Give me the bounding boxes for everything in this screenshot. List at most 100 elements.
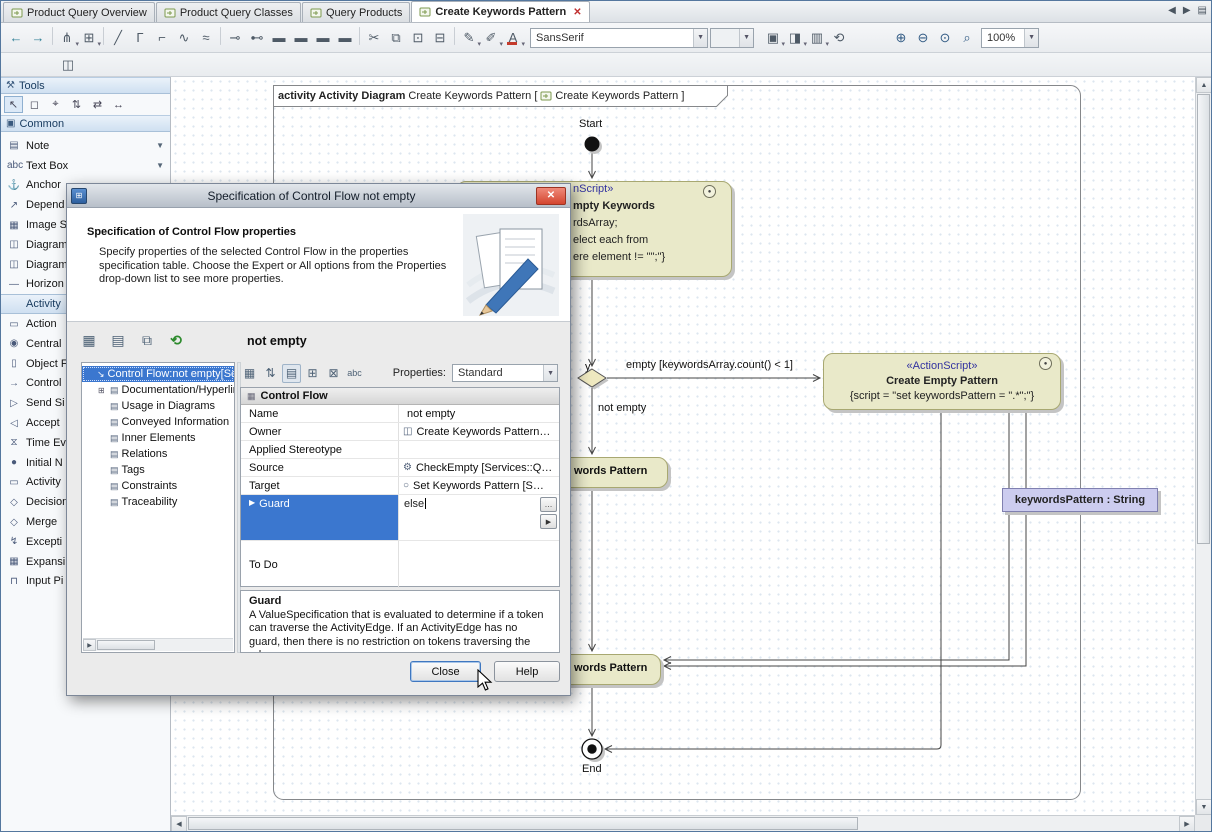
tree-item[interactable]: ⊞ ▤ Constraints bbox=[82, 478, 234, 494]
guard-property-row[interactable]: ▶ Guard else … ▶ bbox=[241, 495, 559, 541]
property-row[interactable]: Source ⚙ CheckEmpty [Services::Q… bbox=[241, 459, 559, 477]
paste-icon[interactable]: ⊡ ▾ bbox=[407, 27, 429, 49]
diagram-tab[interactable]: Query Products ✕ bbox=[302, 2, 410, 22]
chevron-down-icon[interactable]: ▼ bbox=[156, 141, 164, 150]
toolbar-icon[interactable]: ▾ bbox=[103, 27, 104, 45]
copy-icon[interactable]: ⧉ ▾ bbox=[385, 27, 407, 49]
align-horizontal-tool-icon[interactable]: ⇄ bbox=[88, 96, 107, 113]
property-row[interactable]: Target ○ Set Keywords Pattern [S… bbox=[241, 477, 559, 495]
tree-item[interactable]: ⊞ ▤ Documentation/Hyperlin bbox=[82, 382, 234, 398]
guard-expand-button[interactable]: ▶ bbox=[540, 514, 557, 529]
toolbar-icon[interactable]: ▾ bbox=[454, 27, 455, 45]
zoom-out-icon[interactable]: ⊖ ▾ bbox=[912, 27, 934, 49]
scroll-down-icon[interactable]: ▼ bbox=[1196, 799, 1212, 815]
section-header[interactable]: ▦ Control Flow bbox=[241, 388, 559, 405]
customize-icon[interactable]: ⊠ bbox=[324, 364, 343, 383]
keywords-pattern-object-node[interactable]: keywordsPattern : String bbox=[1002, 488, 1158, 512]
expander-icon[interactable]: ⊞ bbox=[98, 386, 107, 395]
align-bar-4-icon[interactable]: ▬ ▾ bbox=[334, 27, 356, 49]
diagram-tab[interactable]: Product Query Overview ✕ bbox=[3, 2, 155, 22]
chevron-down-icon[interactable]: ▼ bbox=[739, 29, 753, 47]
align-bar-3-icon[interactable]: ▬ ▾ bbox=[312, 27, 334, 49]
properties-grid-icon[interactable]: ▦ bbox=[79, 330, 99, 350]
diagram-tab[interactable]: Product Query Classes ✕ bbox=[156, 2, 301, 22]
tree-item[interactable]: ⊞ ↘ Control Flow:not empty[Se bbox=[82, 366, 234, 382]
oblique-path-icon[interactable]: ╱ ▾ bbox=[107, 27, 129, 49]
tree-item[interactable]: ⊞ ▤ Usage in Diagrams bbox=[82, 398, 234, 414]
layout-icon[interactable]: ⋔ ▾ bbox=[56, 27, 78, 49]
edit-cell-icon[interactable]: abc bbox=[345, 364, 364, 383]
scroll-right-icon[interactable]: ▶ bbox=[1179, 816, 1195, 832]
align-bar-1-icon[interactable]: ▬ ▾ bbox=[268, 27, 290, 49]
spline-path-icon[interactable]: ≈ ▾ bbox=[195, 27, 217, 49]
help-button[interactable]: Help bbox=[494, 661, 560, 682]
behavior-badge-icon[interactable]: ● bbox=[1039, 357, 1052, 370]
toolbar-icon[interactable]: ▾ bbox=[359, 27, 360, 45]
horizontal-scrollbar[interactable]: ◀ ▶ bbox=[171, 815, 1195, 831]
rounded-path-icon[interactable]: ⌐ ▾ bbox=[151, 27, 173, 49]
font-family-combo[interactable]: SansSerif ▼ bbox=[530, 28, 708, 48]
refresh-icon[interactable]: ⟲ ▾ bbox=[828, 27, 850, 49]
pencil-icon[interactable]: ✎ ▾ bbox=[458, 27, 480, 49]
presentation-options-icon[interactable]: ▥ ▾ bbox=[806, 27, 828, 49]
palette-item[interactable]: ▤ Note ▼ bbox=[1, 136, 170, 156]
tree-item[interactable]: ⊞ ▤ Relations bbox=[82, 446, 234, 462]
vertical-scrollbar-thumb[interactable] bbox=[1197, 94, 1210, 544]
tab-list-icon[interactable]: ▤ bbox=[1198, 5, 1207, 16]
chevron-down-icon[interactable]: ▼ bbox=[543, 365, 557, 381]
tree-item[interactable]: ⊞ ▤ Inner Elements bbox=[82, 430, 234, 446]
tools-section-header[interactable]: ⚒ Tools bbox=[1, 77, 170, 94]
property-row[interactable]: Owner ◫ Create Keywords Pattern… bbox=[241, 423, 559, 441]
refresh-icon[interactable]: ⟲ bbox=[166, 330, 186, 350]
curved-path-icon[interactable]: ∿ ▾ bbox=[173, 27, 195, 49]
property-row[interactable]: Applied Stereotype bbox=[241, 441, 559, 459]
property-row[interactable]: Name not empty bbox=[241, 405, 559, 423]
guard-value-editor[interactable]: else … ▶ bbox=[399, 495, 559, 540]
rectilinear-path-icon[interactable]: Γ ▾ bbox=[129, 27, 151, 49]
grid-layout-icon[interactable]: ⊞ ▾ bbox=[78, 27, 100, 49]
reattach-path-icon[interactable]: ⊷ ▾ bbox=[246, 27, 268, 49]
insert-shape-icon[interactable]: ▣ ▾ bbox=[762, 27, 784, 49]
tree-item[interactable]: ⊞ ▤ Traceability bbox=[82, 494, 234, 510]
tree-item[interactable]: ⊞ ▤ Tags bbox=[82, 462, 234, 478]
group-view-icon[interactable]: ▤ bbox=[282, 364, 301, 383]
align-bar-2-icon[interactable]: ▬ ▾ bbox=[290, 27, 312, 49]
toolbar-icon[interactable]: ▾ bbox=[220, 27, 221, 45]
tree-horizontal-scrollbar[interactable]: ◀ ▶ bbox=[83, 638, 233, 651]
diagram-tab[interactable]: Create Keywords Pattern ✕ bbox=[411, 1, 589, 22]
marquee-tool-icon[interactable]: ◻ bbox=[25, 96, 44, 113]
forward-icon[interactable]: → ▾ bbox=[27, 27, 49, 49]
target-tool-icon[interactable]: ⌖ bbox=[46, 96, 65, 113]
zoom-level-combo[interactable]: 100% ▼ bbox=[981, 28, 1039, 48]
attach-path-icon[interactable]: ⊸ ▾ bbox=[224, 27, 246, 49]
tree-item[interactable]: ⊞ ▤ Conveyed Information bbox=[82, 414, 234, 430]
chevron-down-icon[interactable]: ▼ bbox=[156, 161, 164, 170]
tree-scrollbar-thumb[interactable] bbox=[97, 640, 155, 650]
chevron-down-icon[interactable]: ▼ bbox=[693, 29, 707, 47]
scroll-right-icon[interactable]: ▶ bbox=[83, 639, 96, 651]
toolbar-icon[interactable]: ▾ bbox=[52, 27, 53, 45]
scroll-up-icon[interactable]: ▲ bbox=[1196, 77, 1212, 93]
common-section-header[interactable]: ▣ Common bbox=[1, 115, 170, 132]
zoom-selection-icon[interactable]: ⌕ ▾ bbox=[956, 27, 978, 49]
vertical-scrollbar[interactable]: ▲ ▼ bbox=[1195, 77, 1211, 815]
properties-mode-combo[interactable]: Standard ▼ bbox=[452, 364, 558, 382]
palette-item[interactable]: abc Text Box ▼ bbox=[1, 156, 170, 176]
navigate-tree-icon[interactable]: ▤ bbox=[108, 330, 128, 350]
back-icon[interactable]: ← ▾ bbox=[5, 27, 27, 49]
zoom-fit-icon[interactable]: ⊙ ▾ bbox=[934, 27, 956, 49]
guard-more-button[interactable]: … bbox=[540, 497, 557, 512]
zoom-in-icon[interactable]: ⊕ ▾ bbox=[890, 27, 912, 49]
dialog-title-bar[interactable]: ⊞ Specification of Control Flow not empt… bbox=[67, 184, 570, 208]
font-color-icon[interactable]: A ▾ bbox=[502, 27, 524, 49]
close-button[interactable]: Close bbox=[410, 661, 481, 682]
compartment-icon[interactable]: ◨ ▾ bbox=[784, 27, 806, 49]
delete-icon[interactable]: ⊟ ▾ bbox=[429, 27, 451, 49]
todo-property-row[interactable]: To Do bbox=[241, 541, 559, 588]
row-expand-icon[interactable]: ▶ bbox=[249, 498, 255, 507]
create-empty-pattern-node[interactable]: «ActionScript» Create Empty Pattern {scr… bbox=[823, 353, 1061, 410]
chevron-down-icon[interactable]: ▼ bbox=[1024, 29, 1038, 47]
cut-icon[interactable]: ✂ ▾ bbox=[363, 27, 385, 49]
clone-specification-icon[interactable]: ⧉ bbox=[137, 330, 157, 350]
scroll-left-icon[interactable]: ◀ bbox=[171, 816, 187, 832]
